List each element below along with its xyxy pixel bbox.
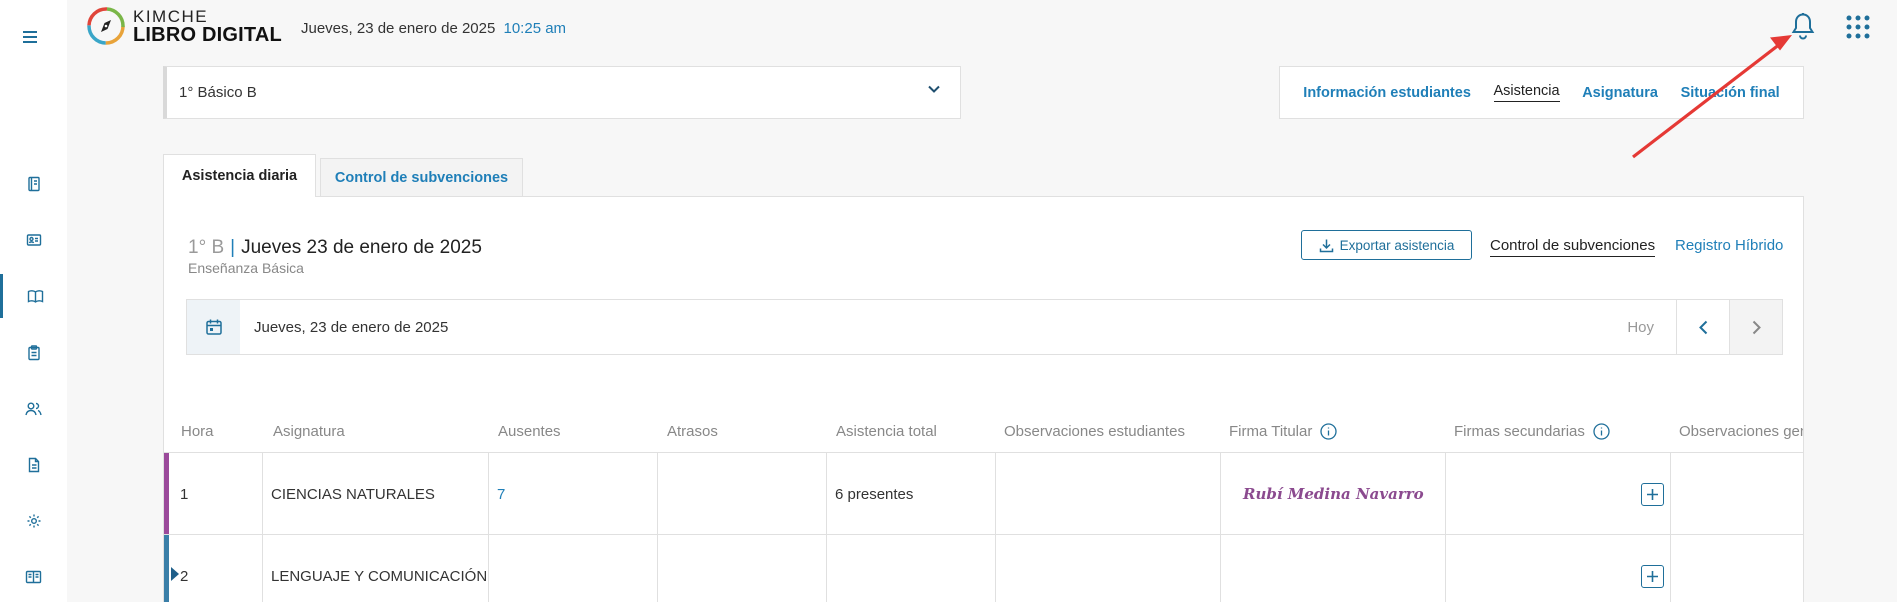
- sidebar-item-users[interactable]: [0, 387, 67, 431]
- top-header: KIMCHE LIBRO DIGITAL Jueves, 23 de enero…: [67, 0, 1897, 58]
- col-ausentes: Ausentes: [498, 423, 561, 440]
- cell-hora: 1: [169, 453, 263, 535]
- sidebar-item-document[interactable]: [0, 443, 67, 487]
- signature-text: Rubí Medina Navarro: [1243, 485, 1424, 503]
- plus-icon: [1646, 488, 1659, 501]
- cell-firma-titular: Rubí Medina Navarro: [1221, 453, 1446, 535]
- header-date: Jueves, 23 de enero de 2025: [301, 20, 496, 37]
- nav-tab-informacion-estudiantes[interactable]: Información estudiantes: [1303, 85, 1471, 101]
- nav-tab-situacion-final[interactable]: Situación final: [1681, 85, 1780, 101]
- col-hora: Hora: [181, 423, 214, 440]
- cell-firma-titular: [1221, 535, 1446, 602]
- col-firmas-secundarias: Firmas secundarias: [1454, 423, 1610, 440]
- registro-hibrido-link[interactable]: Registro Híbrido: [1675, 237, 1783, 254]
- card-title: 1° B | Jueves 23 de enero de 2025: [188, 237, 482, 259]
- absent-count-link[interactable]: 7: [497, 486, 505, 503]
- course-select-value: 1° Básico B: [179, 84, 257, 101]
- title-separator: |: [230, 237, 236, 258]
- export-attendance-label: Exportar asistencia: [1339, 237, 1455, 253]
- export-attendance-button[interactable]: Exportar asistencia: [1301, 230, 1472, 260]
- logo-bottom-text: LIBRO DIGITAL: [133, 23, 282, 46]
- gear-icon: [26, 513, 42, 529]
- sidebar: [0, 0, 67, 602]
- sidebar-item-open-book[interactable]: [0, 274, 67, 318]
- cell-firmas-secundarias: [1446, 535, 1671, 602]
- info-icon[interactable]: [1593, 423, 1610, 440]
- col-asistencia-total: Asistencia total: [836, 423, 937, 440]
- table-row[interactable]: 1 CIENCIAS NATURALES 7 6 presentes Rubí …: [164, 452, 1803, 535]
- card-title-date: Jueves 23 de enero de 2025: [241, 237, 482, 258]
- cell-asistencia-total: [827, 535, 996, 602]
- selected-date[interactable]: Jueves, 23 de enero de 2025: [254, 319, 1627, 336]
- attendance-card: 1° B | Jueves 23 de enero de 2025 Enseñanz…: [163, 196, 1804, 602]
- download-icon: [1319, 238, 1340, 253]
- logo[interactable]: KIMCHE LIBRO DIGITAL: [85, 5, 282, 47]
- cell-observaciones-generales[interactable]: [1671, 535, 1803, 602]
- control-subvenciones-link[interactable]: Control de subvenciones: [1490, 237, 1656, 257]
- nav-tab-asignatura[interactable]: Asignatura: [1582, 85, 1658, 101]
- header-datetime: Jueves, 23 de enero de 2025 10:25 am: [301, 20, 566, 37]
- plus-icon: [1646, 570, 1659, 583]
- hamburger-menu-icon[interactable]: [22, 30, 38, 44]
- info-icon[interactable]: [1320, 423, 1337, 440]
- col-firma-titular-label: Firma Titular: [1229, 423, 1313, 440]
- today-button[interactable]: Hoy: [1627, 319, 1654, 336]
- clipboard-icon: [26, 345, 42, 361]
- users-icon: [25, 401, 42, 417]
- cell-observaciones-generales[interactable]: [1671, 453, 1803, 535]
- sidebar-item-settings[interactable]: [0, 499, 67, 543]
- col-atrasos: Atrasos: [667, 423, 718, 440]
- cell-atrasos: [658, 535, 827, 602]
- cell-asignatura: LENGUAJE Y COMUNICACIÓN: [263, 535, 489, 602]
- chevron-right-icon: [1752, 320, 1761, 335]
- card-grade: 1° B: [188, 237, 225, 258]
- reader-icon: [25, 569, 42, 585]
- cell-observaciones[interactable]: [996, 453, 1221, 535]
- document-icon: [26, 457, 42, 473]
- section-nav: Información estudiantes Asistencia Asign…: [1279, 66, 1804, 119]
- cell-hora: 2: [169, 535, 263, 602]
- add-signature-button[interactable]: [1641, 482, 1664, 506]
- cell-ausentes: 7: [489, 453, 658, 535]
- cell-asistencia-total: 6 presentes: [827, 453, 996, 535]
- open-book-icon: [27, 288, 44, 304]
- add-signature-button[interactable]: [1641, 564, 1664, 588]
- sidebar-item-clipboard[interactable]: [0, 331, 67, 375]
- id-card-icon: [26, 232, 42, 248]
- col-firmas-secundarias-label: Firmas secundarias: [1454, 423, 1585, 440]
- cell-ausentes: [489, 535, 658, 602]
- tab-control-subvenciones[interactable]: Control de subvenciones: [320, 158, 523, 197]
- col-firma-titular: Firma Titular: [1229, 423, 1337, 440]
- calendar-icon: [205, 318, 223, 336]
- calendar-button[interactable]: [187, 300, 240, 354]
- card-subtitle: Enseñanza Básica: [188, 260, 304, 276]
- col-observaciones-generales: Observaciones generales: [1679, 423, 1803, 440]
- sidebar-item-id-card[interactable]: [0, 218, 67, 262]
- next-day-button[interactable]: [1729, 300, 1782, 354]
- bell-icon[interactable]: [1791, 12, 1815, 40]
- table-row[interactable]: 2 LENGUAJE Y COMUNICACIÓN: [164, 534, 1803, 602]
- cell-observaciones[interactable]: [996, 535, 1221, 602]
- logo-top-text: KIMCHE: [133, 6, 209, 26]
- cell-atrasos: [658, 453, 827, 535]
- sidebar-item-reader[interactable]: [0, 555, 67, 599]
- col-observaciones-estudiantes: Observaciones estudiantes: [1004, 423, 1185, 440]
- date-picker-bar: Jueves, 23 de enero de 2025 Hoy: [186, 299, 1783, 355]
- tab-asistencia-diaria[interactable]: Asistencia diaria: [163, 154, 316, 197]
- apps-grid-icon[interactable]: [1846, 15, 1870, 39]
- chevron-down-icon: [928, 85, 940, 93]
- cell-asignatura: CIENCIAS NATURALES: [263, 453, 489, 535]
- compass-logo-icon: [85, 5, 127, 47]
- sidebar-item-book-log[interactable]: [0, 162, 67, 206]
- col-asignatura: Asignatura: [273, 423, 345, 440]
- course-select[interactable]: 1° Básico B: [163, 66, 961, 119]
- chevron-left-icon: [1698, 320, 1708, 335]
- nav-tab-asistencia[interactable]: Asistencia: [1493, 83, 1560, 102]
- book-log-icon: [26, 176, 42, 192]
- header-time: 10:25 am: [503, 20, 567, 37]
- table-header: Hora Asignatura Ausentes Atrasos Asisten…: [164, 423, 1803, 448]
- previous-day-button[interactable]: [1676, 300, 1729, 354]
- cell-firmas-secundarias: [1446, 453, 1671, 535]
